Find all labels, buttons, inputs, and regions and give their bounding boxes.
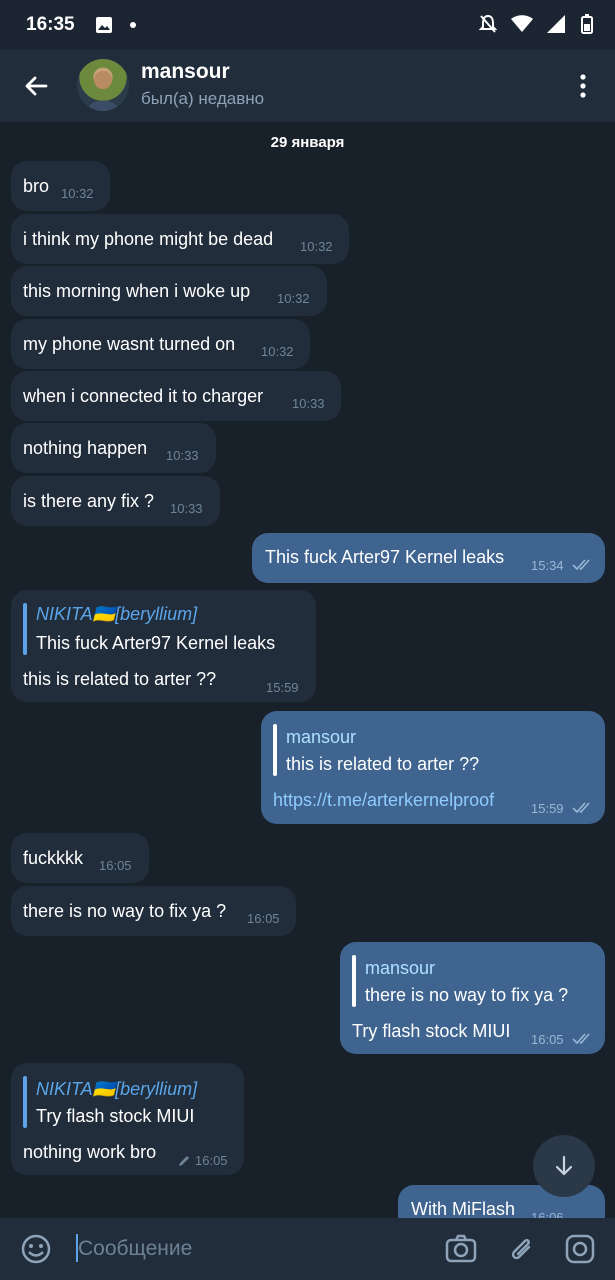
scroll-down-icon (555, 1155, 573, 1176)
message-text: bro (23, 176, 50, 196)
message-text: With MiFlash (411, 1199, 516, 1219)
double-check-icon (572, 1033, 590, 1045)
message-text: is there any fix ? (23, 491, 155, 511)
message-text: Try flash stock MIUI (352, 1021, 511, 1041)
signal-icon (547, 15, 565, 33)
message-bubble[interactable]: i think my phone might be dead 10:32 (11, 214, 349, 264)
message-time: 16:05 (99, 858, 132, 873)
message-input-bar: Сообщение (0, 1218, 615, 1280)
message-time: 16:05 (247, 911, 280, 926)
reply-message-bubble[interactable]: NIKITA🇺🇦[beryllium] This fuck Arter97 Ke… (11, 590, 316, 702)
message-text: i think my phone might be dead (23, 229, 274, 249)
instagram-camera-icon[interactable] (563, 1232, 597, 1266)
edit-pencil-icon (179, 1156, 189, 1166)
message-text: nothing work bro (23, 1142, 157, 1162)
chat-header: mansour был(а) недавно (0, 50, 615, 122)
reply-text: Try flash stock MIUI (36, 1106, 195, 1126)
reply-author: mansour (365, 958, 436, 978)
chat-name[interactable]: mansour (141, 60, 230, 84)
mute-bell-icon (479, 14, 497, 33)
message-time: 10:32 (277, 291, 310, 306)
reply-message-bubble[interactable]: NIKITA🇺🇦[beryllium] Try flash stock MIUI… (11, 1063, 244, 1175)
reply-quote-bar (273, 724, 277, 776)
reply-text: there is no way to fix ya ? (365, 985, 569, 1005)
reply-text: this is related to arter ?? (286, 754, 480, 774)
message-bubble[interactable]: there is no way to fix ya ? 16:05 (11, 886, 296, 936)
battery-icon (581, 14, 593, 34)
reply-author: NIKITA🇺🇦[beryllium] (36, 604, 198, 624)
message-bubble[interactable]: nothing happen 10:33 (11, 423, 216, 473)
message-time: 16:05 (531, 1032, 564, 1047)
message-bubble[interactable]: my phone wasnt turned on 10:32 (11, 319, 310, 369)
message-bubble[interactable]: when i connected it to charger 10:33 (11, 371, 341, 421)
message-time: 10:32 (61, 186, 94, 201)
back-arrow-icon[interactable] (20, 70, 52, 102)
message-time: 10:33 (292, 396, 325, 411)
reply-quote-bar (23, 603, 27, 655)
reply-message-bubble[interactable]: mansour there is no way to fix ya ? Try … (340, 942, 605, 1054)
message-time: 15:59 (531, 801, 564, 816)
reply-message-bubble[interactable]: mansour this is related to arter ?? http… (261, 711, 605, 824)
reply-author: mansour (286, 727, 357, 747)
message-text: nothing happen (23, 438, 148, 458)
message-input[interactable]: Сообщение (78, 1237, 192, 1261)
reply-text: This fuck Arter97 Kernel leaks (36, 633, 276, 653)
more-vert-icon[interactable] (573, 72, 593, 102)
message-bubble[interactable]: this morning when i woke up 10:32 (11, 266, 327, 316)
message-bubble[interactable]: fuckkkk 16:05 (11, 833, 149, 883)
message-time: 10:32 (261, 344, 294, 359)
message-text: my phone wasnt turned on (23, 334, 236, 354)
message-text: this is related to arter ?? (23, 669, 217, 689)
date-separator: 29 января (270, 134, 345, 151)
message-time: 15:34 (531, 558, 564, 573)
avatar[interactable] (77, 59, 129, 111)
message-time: 10:32 (300, 239, 333, 254)
gallery-notification-icon (95, 17, 112, 33)
message-text: fuckkkk (23, 848, 84, 868)
reply-quote-bar (352, 955, 356, 1007)
message-time: 10:33 (166, 448, 199, 463)
message-text: this morning when i woke up (23, 281, 251, 301)
dot-icon (129, 22, 136, 28)
message-time: 15:59 (266, 680, 299, 695)
message-time: 16:05 (195, 1153, 228, 1168)
status-time: 16:35 (26, 14, 75, 35)
message-text: there is no way to fix ya ? (23, 901, 227, 921)
double-check-icon (572, 802, 590, 814)
status-bar: 16:35 (0, 0, 615, 50)
message-bubble[interactable]: bro 10:32 (11, 161, 110, 211)
message-link[interactable]: https://t.me/arterkernelproof (273, 790, 494, 811)
double-check-icon (572, 559, 590, 571)
scroll-down-button[interactable] (533, 1135, 595, 1197)
emoji-icon[interactable] (19, 1232, 53, 1266)
chat-status: был(а) недавно (141, 89, 265, 108)
reply-quote-bar (23, 1076, 27, 1128)
wifi-icon (511, 15, 533, 32)
attach-icon[interactable] (505, 1232, 539, 1266)
message-text: This fuck Arter97 Kernel leaks (265, 547, 505, 567)
message-bubble[interactable]: is there any fix ? 10:33 (11, 476, 220, 526)
camera-icon[interactable] (444, 1232, 478, 1266)
reply-author: NIKITA🇺🇦[beryllium] (36, 1079, 198, 1099)
message-time: 10:33 (170, 501, 203, 516)
message-text: when i connected it to charger (23, 386, 264, 406)
message-bubble[interactable]: This fuck Arter97 Kernel leaks 15:34 (252, 533, 605, 583)
